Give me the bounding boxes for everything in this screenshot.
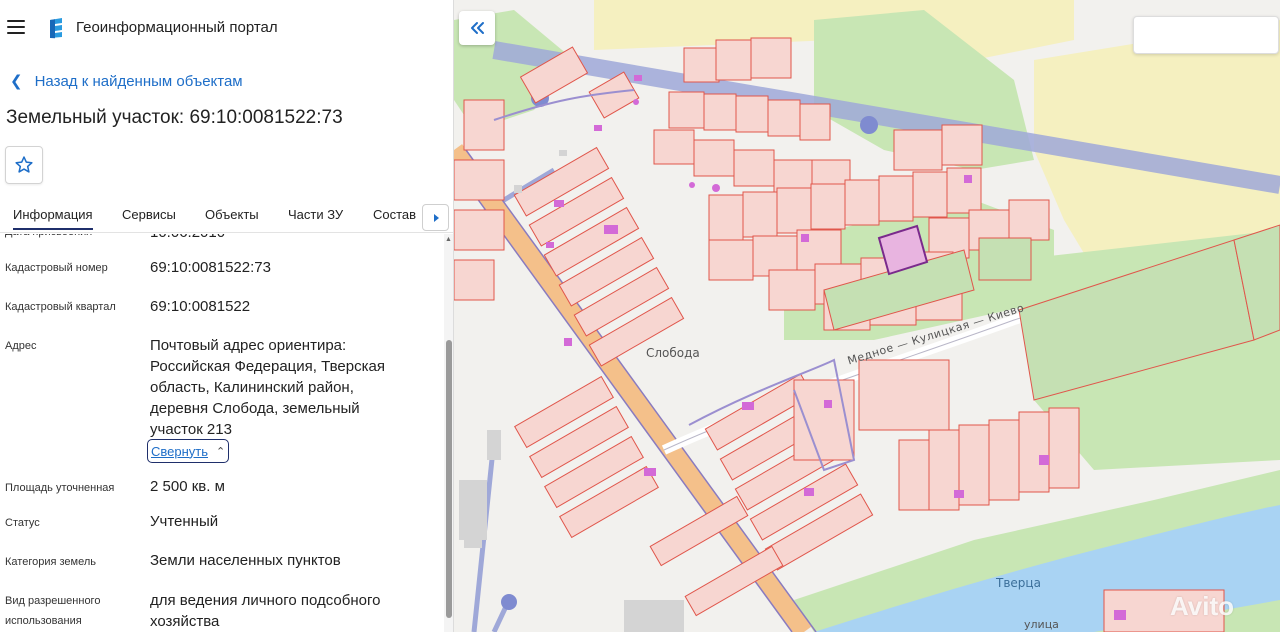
tab-bar: Информация Сервисы Объекты Части ЗУ Сост… xyxy=(0,199,453,233)
detail-label: Вид разрешенного использования xyxy=(5,595,101,627)
detail-value: Учтенный xyxy=(150,513,219,530)
detail-value: 69:10:0081522 xyxy=(150,298,251,315)
collapse-address-button[interactable]: Свернуть ⌃ xyxy=(147,439,230,463)
river-label: Тверца xyxy=(996,576,1041,590)
parcel[interactable] xyxy=(668,91,705,129)
app-title: Геоинформационный портал xyxy=(76,19,278,36)
parcel[interactable] xyxy=(708,194,744,241)
parcel[interactable] xyxy=(858,359,950,431)
scroll-up-arrow-icon[interactable]: ▲ xyxy=(445,236,452,243)
parcel[interactable] xyxy=(1048,407,1080,489)
back-to-results-link[interactable]: ❮ Назад к найденным объектам xyxy=(10,70,243,92)
map-canvas[interactable] xyxy=(454,0,1280,632)
detail-value: для ведения личного подсобного хозяйства xyxy=(150,592,381,630)
map-search-input[interactable] xyxy=(1133,16,1279,54)
pylon-marker xyxy=(860,116,878,134)
detail-label: Статус xyxy=(5,517,40,529)
parcel[interactable] xyxy=(768,269,816,311)
village-label: Слобода xyxy=(646,346,700,360)
parcel[interactable] xyxy=(703,93,737,131)
parcel[interactable] xyxy=(733,149,775,187)
tab-parcel-parts[interactable]: Части ЗУ xyxy=(288,207,343,222)
double-chevron-left-icon xyxy=(471,22,484,34)
parcel[interactable] xyxy=(463,99,505,151)
caret-right-icon xyxy=(433,213,439,222)
detail-label: Дата присвоения xyxy=(5,234,143,242)
detail-value: Почтовый адрес ориентира: Российская Фед… xyxy=(150,337,385,438)
parcel[interactable] xyxy=(988,419,1020,501)
parcel[interactable] xyxy=(878,175,914,222)
parcel[interactable] xyxy=(750,37,792,79)
star-icon xyxy=(15,156,33,173)
chevron-up-icon: ⌃ xyxy=(216,445,226,458)
favorite-button[interactable] xyxy=(5,146,43,184)
detail-value: Земли населенных пунктов xyxy=(150,552,341,569)
tab-information[interactable]: Информация xyxy=(13,207,93,230)
parcel[interactable] xyxy=(1018,411,1050,493)
parcel[interactable] xyxy=(454,259,495,301)
detail-label: Кадастровый квартал xyxy=(5,301,116,313)
parcel[interactable] xyxy=(693,139,735,177)
parcel[interactable] xyxy=(708,239,754,281)
detail-label: Адрес xyxy=(5,340,37,352)
parcel[interactable] xyxy=(893,129,943,171)
parcel-title: Земельный участок: 69:10:0081522:73 xyxy=(6,107,343,128)
info-panel: Геоинформационный портал ❮ Назад к найде… xyxy=(0,0,454,632)
parcel[interactable] xyxy=(844,179,880,226)
parcel[interactable] xyxy=(776,187,812,234)
parcel[interactable] xyxy=(767,99,801,137)
parcel[interactable] xyxy=(683,47,720,83)
parcel[interactable] xyxy=(653,129,695,165)
back-link-label: Назад к найденным объектам xyxy=(34,72,243,90)
chevron-left-icon: ❮ xyxy=(10,73,23,90)
parcel[interactable] xyxy=(946,167,982,214)
details-list: Дата присвоения 10.06.2010 Кадастровый н… xyxy=(0,234,444,632)
parcel[interactable] xyxy=(799,103,831,141)
cadastral-map[interactable]: Слобода Медное — Кулицкая — Киево Тверца… xyxy=(454,0,1280,632)
parcel[interactable] xyxy=(810,183,846,230)
parcel[interactable] xyxy=(454,209,505,251)
detail-value: 2 500 кв. м xyxy=(150,478,225,495)
hamburger-menu-icon[interactable] xyxy=(7,20,25,34)
parcel[interactable] xyxy=(898,439,930,511)
street-label: улица xyxy=(1024,618,1059,631)
tabs-scroll-right-button[interactable] xyxy=(422,204,449,231)
detail-label: Площадь уточненная xyxy=(5,482,115,494)
watermark-logo: Avito xyxy=(1170,591,1235,621)
parcel[interactable] xyxy=(715,39,752,81)
tab-composition[interactable]: Состав xyxy=(373,207,416,222)
detail-value: 69:10:0081522:73 xyxy=(150,259,271,276)
app-root: Геоинформационный портал ❮ Назад к найде… xyxy=(0,0,1280,632)
parcel[interactable] xyxy=(735,95,769,133)
top-bar: Геоинформационный портал xyxy=(0,0,453,56)
tab-services[interactable]: Сервисы xyxy=(122,207,176,222)
parcel[interactable] xyxy=(1008,199,1050,241)
tab-objects[interactable]: Объекты xyxy=(205,207,259,222)
detail-value: 10.06.2010 xyxy=(150,234,420,243)
parcel[interactable] xyxy=(742,191,778,238)
parcel[interactable] xyxy=(454,159,505,201)
collapse-panel-button[interactable] xyxy=(459,11,495,45)
detail-label: Категория земель xyxy=(5,556,96,568)
parcel[interactable] xyxy=(978,237,1032,281)
portal-logo-icon xyxy=(50,18,62,39)
parcel[interactable] xyxy=(941,124,983,166)
detail-label: Кадастровый номер xyxy=(5,262,108,274)
details-scrollbar-thumb[interactable] xyxy=(446,340,452,618)
pylon-marker xyxy=(501,594,517,610)
collapse-label: Свернуть xyxy=(151,443,209,459)
parcel[interactable] xyxy=(912,171,948,218)
